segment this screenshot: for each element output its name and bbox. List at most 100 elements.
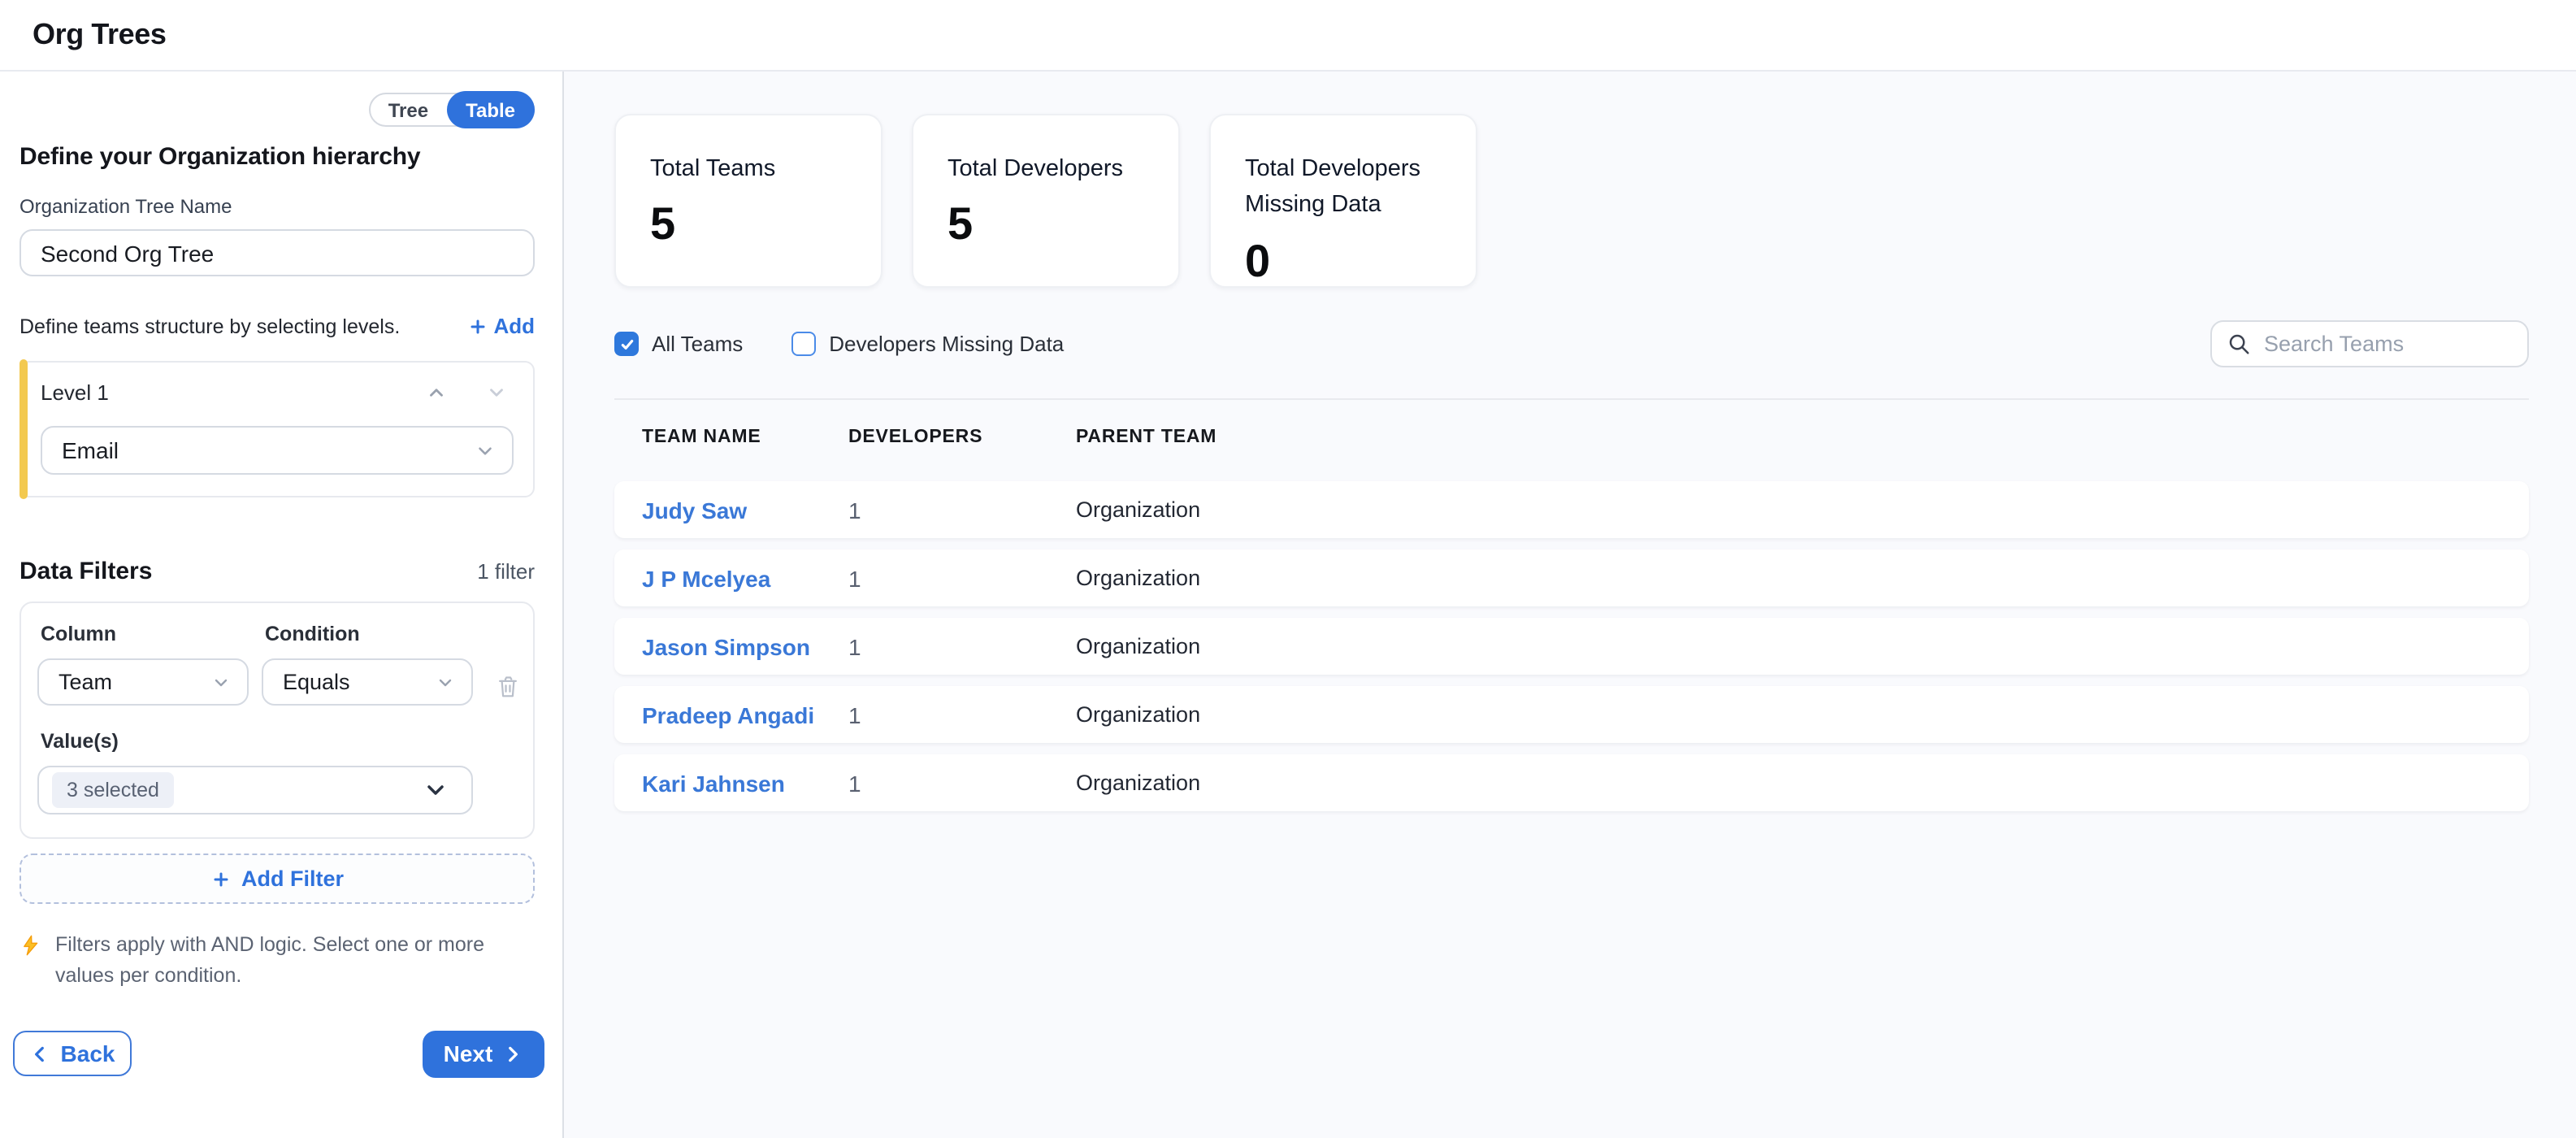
level-accent-bar (20, 359, 28, 499)
values-selected-pill: 3 selected (52, 772, 174, 808)
table-row[interactable]: Pradeep Angadi 1 Organization (614, 686, 2529, 743)
delete-filter-button[interactable] (496, 662, 520, 709)
all-teams-label: All Teams (652, 332, 743, 356)
team-name-link[interactable]: Pradeep Angadi (642, 701, 848, 728)
teams-table-body: Judy Saw 1 Organization J P Mcelyea 1 Or… (614, 481, 2529, 811)
stat-label: Total Developers (948, 151, 1146, 188)
plus-icon (467, 316, 487, 336)
column-header-parent-team: PARENT TEAM (1076, 428, 2501, 447)
table-row[interactable]: Jason Simpson 1 Organization (614, 618, 2529, 675)
add-level-button[interactable]: Add (467, 314, 535, 338)
developers-count: 1 (848, 497, 1076, 523)
stat-card-total-developers: Total Developers 5 (912, 114, 1180, 288)
level-card-header: Level 1 (41, 380, 514, 405)
move-level-down-icon[interactable] (486, 382, 507, 403)
tree-name-input[interactable] (20, 229, 535, 276)
toggle-option-tree[interactable]: Tree (371, 93, 446, 127)
search-teams (2210, 320, 2529, 367)
stat-value: 5 (948, 199, 1146, 251)
filter-values-label: Value(s) (41, 730, 517, 753)
next-label: Next (444, 1041, 493, 1067)
levels-hint-row: Define teams structure by selecting leve… (20, 314, 535, 338)
column-header-team-name: TEAM NAME (642, 428, 848, 447)
chevron-down-icon (211, 672, 231, 692)
check-icon (618, 336, 635, 352)
filter-values-select[interactable]: 3 selected (37, 766, 473, 814)
developers-count: 1 (848, 770, 1076, 796)
lightning-bolt-icon (20, 933, 42, 958)
table-row[interactable]: J P Mcelyea 1 Organization (614, 549, 2529, 606)
stats-row: Total Teams 5 Total Developers 5 Total D… (614, 114, 2529, 288)
stat-card-total-teams: Total Teams 5 (614, 114, 883, 288)
checkbox-unchecked-icon[interactable] (791, 332, 816, 356)
developers-count: 1 (848, 633, 1076, 659)
wizard-nav-row: Back Next (13, 1031, 544, 1078)
back-button[interactable]: Back (13, 1032, 132, 1077)
back-label: Back (61, 1041, 115, 1067)
trash-icon (496, 672, 520, 698)
search-teams-input[interactable] (2210, 320, 2529, 367)
filter-row: Column Team Condition Equals (37, 616, 517, 709)
table-row[interactable]: Kari Jahnsen 1 Organization (614, 754, 2529, 811)
toggle-option-table[interactable]: Table (446, 91, 535, 128)
parent-team: Organization (1076, 702, 2501, 727)
team-name-link[interactable]: J P Mcelyea (642, 565, 848, 591)
add-level-label: Add (493, 314, 535, 338)
filter-condition-group: Condition Equals (262, 616, 473, 706)
filter-column-label: Column (41, 623, 249, 645)
level-card: Level 1 Email (20, 361, 535, 497)
filter-checkboxes: All Teams Developers Missing Data (614, 332, 1064, 356)
developers-count: 1 (848, 701, 1076, 728)
developers-count: 1 (848, 565, 1076, 591)
level-title: Level 1 (41, 380, 426, 405)
filter-condition-label: Condition (265, 623, 473, 645)
filter-column-select[interactable]: Team (37, 658, 249, 706)
stat-card-missing-data: Total Developers Missing Data 0 (1209, 114, 1477, 288)
filter-count-badge: 1 filter (477, 559, 535, 584)
chevron-down-icon (436, 672, 455, 692)
parent-team: Organization (1076, 634, 2501, 658)
filters-note-text: Filters apply with AND logic. Select one… (55, 930, 523, 993)
table-header-row: TEAM NAME DEVELOPERS PARENT TEAM (614, 428, 2529, 447)
tree-name-label: Organization Tree Name (20, 195, 535, 218)
plus-icon (210, 869, 230, 888)
team-name-link[interactable]: Kari Jahnsen (642, 770, 848, 796)
chevron-down-icon (475, 440, 496, 461)
levels-hint: Define teams structure by selecting leve… (20, 315, 400, 337)
checkbox-checked-icon[interactable] (614, 332, 639, 356)
team-name-link[interactable]: Jason Simpson (642, 633, 848, 659)
table-row[interactable]: Judy Saw 1 Organization (614, 481, 2529, 538)
stat-label: Total Teams (650, 151, 848, 188)
filter-condition-value: Equals (283, 670, 350, 694)
filters-note: Filters apply with AND logic. Select one… (20, 930, 535, 993)
column-header-developers: DEVELOPERS (848, 428, 1076, 447)
parent-team: Organization (1076, 497, 2501, 522)
top-header: Org Trees (0, 0, 2576, 72)
team-name-link[interactable]: Judy Saw (642, 497, 848, 523)
body-wrap: Tree Table Define your Organization hier… (0, 72, 2576, 1138)
search-icon (2227, 332, 2251, 356)
chevron-left-icon (30, 1044, 51, 1065)
table-divider (614, 398, 2529, 400)
add-filter-button[interactable]: Add Filter (20, 854, 535, 904)
table-controls-row: All Teams Developers Missing Data (614, 320, 2529, 367)
add-filter-label: Add Filter (241, 867, 344, 891)
stat-label: Total Developers Missing Data (1245, 151, 1443, 224)
parent-team: Organization (1076, 566, 2501, 590)
app-root: Org Trees Tree Table Define your Organiz… (0, 0, 2576, 1138)
sidebar: Tree Table Define your Organization hier… (0, 72, 564, 1138)
level-column-value: Email (62, 437, 119, 463)
data-filters-title: Data Filters (20, 558, 152, 585)
missing-data-label: Developers Missing Data (829, 332, 1064, 356)
main-panel: Total Teams 5 Total Developers 5 Total D… (564, 72, 2576, 1138)
move-level-up-icon[interactable] (426, 382, 447, 403)
missing-data-checkbox-item[interactable]: Developers Missing Data (791, 332, 1064, 356)
level-column-select[interactable]: Email (41, 426, 514, 475)
filter-condition-select[interactable]: Equals (262, 658, 473, 706)
all-teams-checkbox-item[interactable]: All Teams (614, 332, 743, 356)
next-button[interactable]: Next (423, 1031, 544, 1078)
view-toggle[interactable]: Tree Table (369, 93, 535, 127)
filter-column-value: Team (59, 670, 112, 694)
page-title: Org Trees (33, 18, 167, 52)
filter-card: Column Team Condition Equals (20, 602, 535, 839)
